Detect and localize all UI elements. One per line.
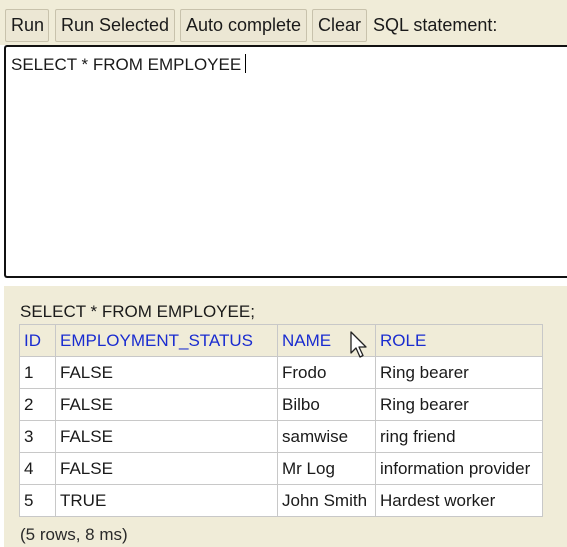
- column-header-role[interactable]: ROLE: [375, 324, 543, 357]
- sql-editor-text: SELECT * FROM EMPLOYEE: [11, 55, 242, 74]
- results-table: ID EMPLOYMENT_STATUS NAME ROLE 1 FALSE F…: [19, 324, 543, 517]
- table-row: 4 FALSE Mr Log information provider: [19, 452, 543, 485]
- cell-id: 1: [19, 356, 56, 389]
- cell-id: 2: [19, 388, 56, 421]
- auto-complete-button[interactable]: Auto complete: [180, 9, 307, 42]
- cell-role: Ring bearer: [375, 356, 543, 389]
- cell-id: 4: [19, 452, 56, 485]
- mouse-pointer-icon: [350, 331, 367, 358]
- cell-employment-status: FALSE: [55, 356, 278, 389]
- table-row: 5 TRUE John Smith Hardest worker: [19, 484, 543, 517]
- cell-employment-status: FALSE: [55, 388, 278, 421]
- results-panel: SELECT * FROM EMPLOYEE; ID EMPLOYMENT_ST…: [4, 286, 567, 547]
- cell-role: information provider: [375, 452, 543, 485]
- cell-id: 5: [19, 484, 56, 517]
- cell-name: John Smith: [277, 484, 376, 517]
- cell-name: Bilbo: [277, 388, 376, 421]
- cell-id: 3: [19, 420, 56, 453]
- clear-button[interactable]: Clear: [312, 9, 367, 42]
- cell-name: Mr Log: [277, 452, 376, 485]
- column-header-id[interactable]: ID: [19, 324, 56, 357]
- cell-employment-status: TRUE: [55, 484, 278, 517]
- sql-statement-label: SQL statement:: [373, 15, 498, 35]
- cell-employment-status: FALSE: [55, 452, 278, 485]
- run-button[interactable]: Run: [5, 9, 49, 42]
- run-selected-button[interactable]: Run Selected: [55, 9, 175, 42]
- table-header-row: ID EMPLOYMENT_STATUS NAME ROLE: [19, 324, 543, 357]
- cell-role: ring friend: [375, 420, 543, 453]
- executed-query: SELECT * FROM EMPLOYEE;: [20, 302, 255, 321]
- table-row: 2 FALSE Bilbo Ring bearer: [19, 388, 543, 421]
- cell-role: Ring bearer: [375, 388, 543, 421]
- cell-name: samwise: [277, 420, 376, 453]
- table-row: 3 FALSE samwise ring friend: [19, 420, 543, 453]
- cell-employment-status: FALSE: [55, 420, 278, 453]
- sql-editor[interactable]: SELECT * FROM EMPLOYEE: [4, 45, 567, 278]
- column-header-employment-status[interactable]: EMPLOYMENT_STATUS: [55, 324, 278, 357]
- table-row: 1 FALSE Frodo Ring bearer: [19, 356, 543, 389]
- toolbar: Run Run Selected Auto complete Clear SQL…: [0, 0, 567, 45]
- row-count-summary: (5 rows, 8 ms): [20, 525, 128, 544]
- cell-role: Hardest worker: [375, 484, 543, 517]
- cell-name: Frodo: [277, 356, 376, 389]
- text-caret: [245, 54, 247, 73]
